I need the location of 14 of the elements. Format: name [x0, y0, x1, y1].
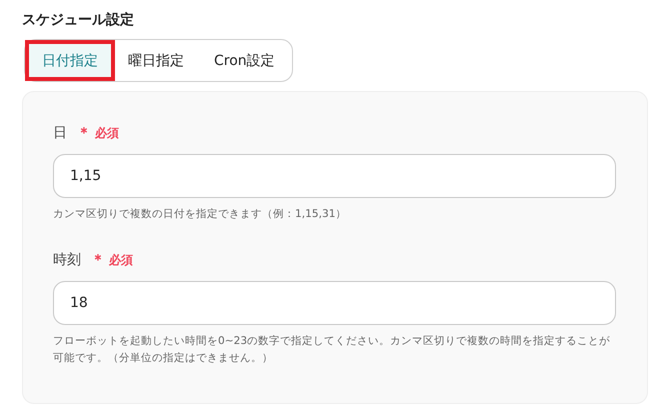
field-label: 時刻 — [53, 251, 81, 269]
input-field[interactable]: 18 — [53, 281, 616, 325]
tab[interactable]: 日付指定 — [27, 42, 113, 79]
asterisk-icon: ＊ — [91, 251, 105, 269]
hint-text: カンマ区切りで複数の日付を指定できます（例：1,15,31） — [53, 207, 348, 222]
hint-text: フローボットを起動したい時間を0~23の数字で指定してください。カンマ区切りで複数の時間を指定することが可能です。（分単位の指定はできません。） — [53, 334, 612, 366]
required-label: 必須 — [109, 252, 133, 268]
input-field[interactable]: 1,15 — [53, 154, 616, 198]
field-label: 日 — [53, 124, 67, 142]
section-title: スケジュール設定 — [22, 10, 135, 30]
tab[interactable]: Cron設定 — [199, 42, 290, 79]
tab[interactable]: 曜日指定 — [113, 42, 199, 79]
asterisk-icon: ＊ — [77, 124, 91, 142]
required-label: 必須 — [95, 124, 119, 142]
